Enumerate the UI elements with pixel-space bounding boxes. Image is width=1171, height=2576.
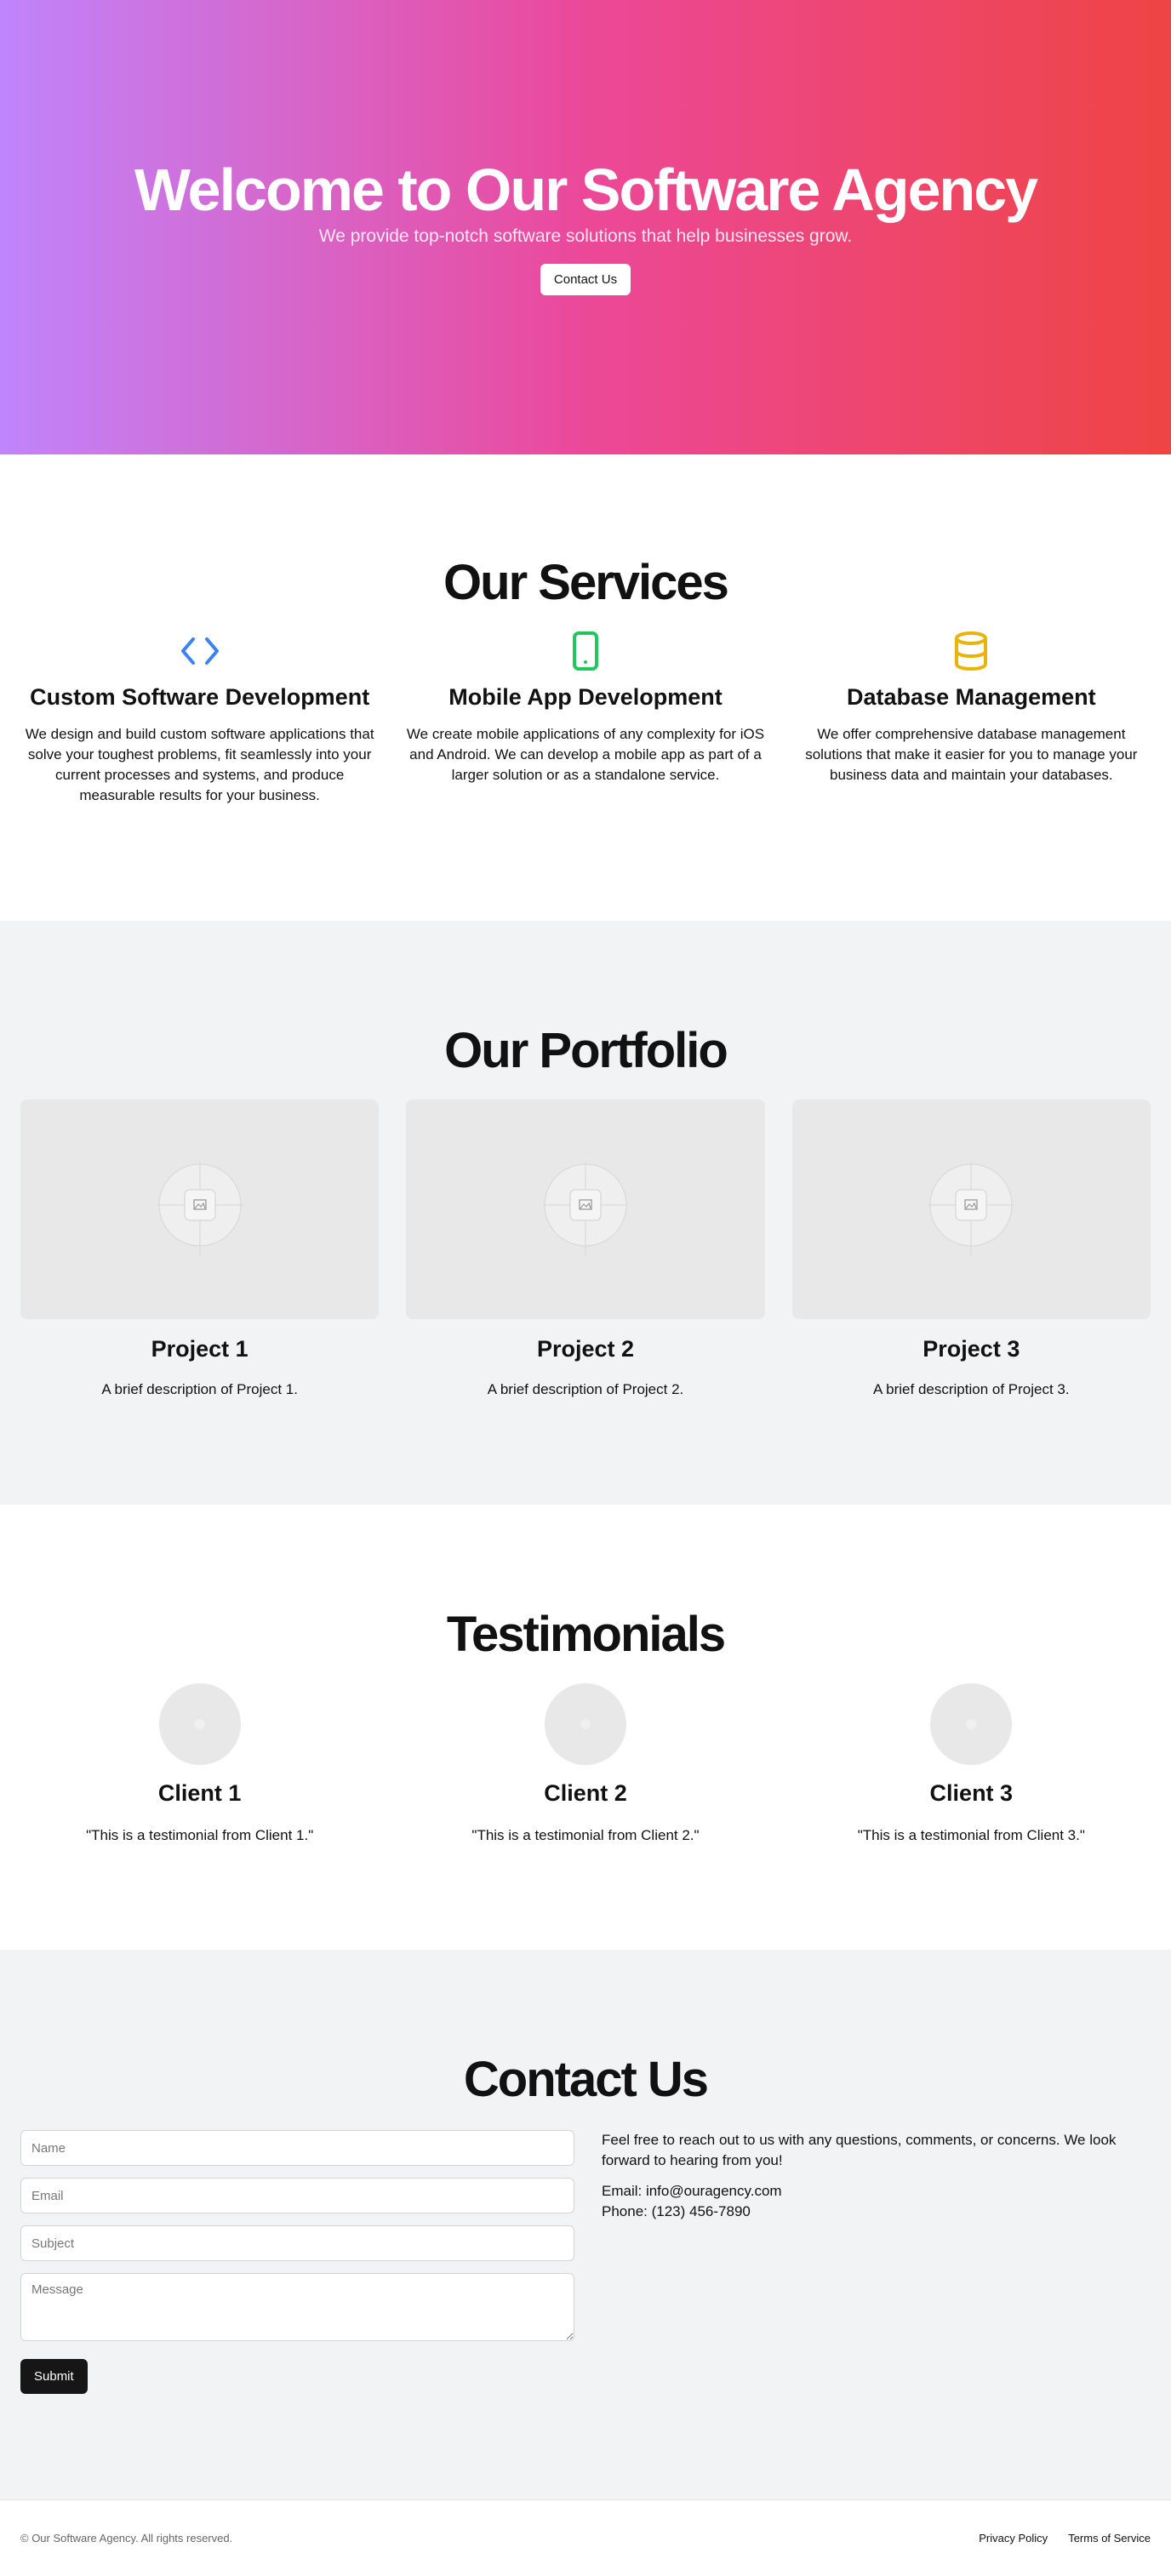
contact-info: Feel free to reach out to us with any qu… (602, 2130, 1151, 2394)
testimonials-section: Testimonials Client 1 "This is a testimo… (0, 1505, 1171, 1950)
project-description: A brief description of Project 1. (101, 1381, 298, 1397)
service-card: Custom Software Development We design an… (20, 631, 379, 806)
service-description: We design and build custom software appl… (25, 726, 374, 803)
project-image-placeholder (406, 1100, 765, 1319)
project-description: A brief description of Project 2. (487, 1381, 684, 1397)
image-placeholder-icon (157, 1162, 243, 1256)
privacy-policy-link[interactable]: Privacy Policy (979, 2532, 1048, 2545)
services-section: Our Services Custom Software Development… (0, 454, 1171, 921)
message-field[interactable] (20, 2273, 574, 2341)
contact-form: Submit (20, 2130, 574, 2394)
subject-field[interactable] (20, 2225, 574, 2261)
project-description: A brief description of Project 3. (873, 1381, 1070, 1397)
terms-of-service-link[interactable]: Terms of Service (1068, 2532, 1151, 2545)
service-description: We offer comprehensive database manageme… (805, 726, 1138, 783)
project-title: Project 1 (151, 1336, 248, 1362)
portfolio-section: Our Portfolio Project 1 A brief descript… (0, 921, 1171, 1505)
portfolio-card: Project 3 A brief description of Project… (791, 1100, 1151, 1398)
avatar (158, 1683, 241, 1765)
contact-title: Contact Us (463, 2052, 709, 2107)
project-title: Project 2 (536, 1336, 635, 1362)
service-title: Custom Software Development (30, 684, 370, 710)
mobile-icon (406, 631, 764, 671)
contact-us-button[interactable]: Contact Us (540, 263, 631, 295)
service-card: Mobile App Development We create mobile … (406, 631, 764, 806)
image-placeholder-icon (542, 1162, 628, 1256)
service-title: Database Management (847, 684, 1096, 710)
testimonial-card: Client 1 "This is a testimonial from Cli… (20, 1683, 379, 1844)
avatar (544, 1683, 626, 1765)
footer-links: Privacy Policy Terms of Service (979, 2532, 1151, 2545)
service-description: We create mobile applications of any com… (406, 726, 765, 783)
client-name: Client 2 (544, 1780, 627, 1806)
contact-intro: Feel free to reach out to us with any qu… (602, 2132, 1117, 2168)
client-quote: "This is a testimonial from Client 1." (86, 1827, 314, 1843)
name-field[interactable] (20, 2130, 574, 2166)
contact-phone: Phone: (123) 456-7890 (602, 2203, 751, 2219)
project-image-placeholder (20, 1100, 380, 1319)
avatar-placeholder-icon (966, 1719, 977, 1729)
contact-section: Contact Us Submit Feel free to reach out… (0, 1950, 1171, 2499)
avatar (930, 1683, 1013, 1765)
testimonials-title: Testimonials (446, 1607, 726, 1662)
code-icon (20, 631, 379, 671)
portfolio-title: Our Portfolio (444, 1023, 728, 1078)
client-quote: "This is a testimonial from Client 3." (857, 1827, 1085, 1843)
submit-button[interactable]: Submit (20, 2359, 88, 2394)
hero-banner: Welcome to Our Software Agency We provid… (0, 0, 1171, 454)
image-placeholder-icon (928, 1162, 1014, 1256)
project-image-placeholder (791, 1100, 1151, 1319)
hero-title: Welcome to Our Software Agency (134, 156, 1038, 223)
testimonial-card: Client 2 "This is a testimonial from Cli… (406, 1683, 764, 1844)
service-card: Database Management We offer comprehensi… (792, 631, 1151, 806)
service-title: Mobile App Development (448, 684, 723, 710)
contact-email: Email: info@ouragency.com (602, 2183, 782, 2199)
avatar-placeholder-icon (194, 1719, 205, 1729)
project-title: Project 3 (923, 1336, 1020, 1362)
testimonial-card: Client 3 "This is a testimonial from Cli… (792, 1683, 1151, 1844)
footer: © Our Software Agency. All rights reserv… (0, 2499, 1171, 2576)
portfolio-card: Project 1 A brief description of Project… (20, 1100, 380, 1398)
client-quote: "This is a testimonial from Client 2." (471, 1827, 700, 1843)
client-name: Client 1 (157, 1780, 242, 1806)
email-field[interactable] (20, 2178, 574, 2213)
portfolio-card: Project 2 A brief description of Project… (406, 1100, 765, 1398)
database-icon (792, 631, 1151, 671)
services-title: Our Services (443, 555, 729, 610)
client-name: Client 3 (929, 1780, 1014, 1806)
hero-subtitle: We provide top-notch software solutions … (318, 226, 853, 246)
copyright-text: © Our Software Agency. All rights reserv… (20, 2532, 233, 2545)
avatar-placeholder-icon (580, 1719, 591, 1729)
